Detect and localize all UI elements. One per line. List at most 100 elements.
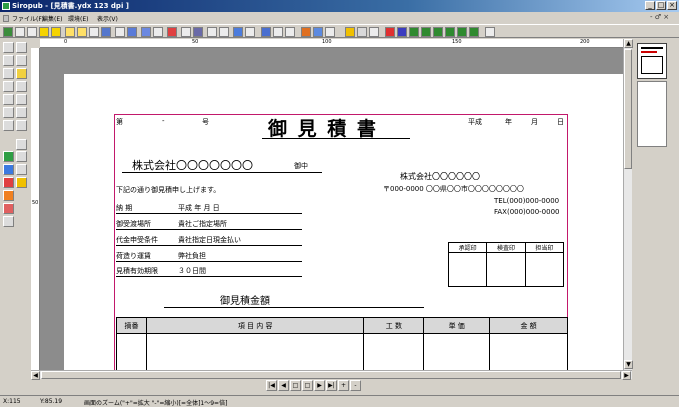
field-icon[interactable] xyxy=(16,120,27,131)
mdi-controls[interactable]: - ♂ × xyxy=(650,13,669,21)
align-icon[interactable] xyxy=(457,27,467,37)
text-tool-icon[interactable] xyxy=(167,27,177,37)
document-title[interactable]: 御 見 積 書 xyxy=(268,114,378,141)
monitor-icon[interactable] xyxy=(233,27,243,37)
fill-color-icon[interactable] xyxy=(3,190,14,201)
stamp-cell[interactable] xyxy=(486,252,526,287)
line-icon[interactable] xyxy=(16,55,27,66)
scroll-right-icon[interactable]: ▶ xyxy=(622,371,631,380)
add-page-icon[interactable]: + xyxy=(338,380,349,391)
field-value-validity[interactable]: ３０日間 xyxy=(178,266,206,276)
stamp-cell[interactable] xyxy=(447,252,488,287)
table-icon[interactable] xyxy=(127,27,137,37)
scroll-up-icon[interactable]: ▲ xyxy=(624,39,633,48)
page-thumbnail[interactable] xyxy=(637,43,667,79)
horizontal-scrollbar[interactable]: ◀ ▶ xyxy=(31,370,632,380)
polyline-icon[interactable] xyxy=(3,81,14,92)
send-back-icon[interactable] xyxy=(421,27,431,37)
table-tool-icon[interactable] xyxy=(3,107,14,118)
scroll-down-icon[interactable]: ▼ xyxy=(624,360,633,369)
curve-icon[interactable] xyxy=(16,81,27,92)
arrow-tool-icon[interactable] xyxy=(3,42,14,53)
text-frame-icon[interactable] xyxy=(3,55,14,66)
barcode-icon[interactable] xyxy=(16,107,27,118)
field-value-place[interactable]: 貴社ご指定場所 xyxy=(178,219,227,229)
sender-company[interactable]: 株式会社〇〇〇〇〇〇 xyxy=(400,171,480,182)
layout-icon[interactable] xyxy=(141,27,151,37)
marker-icon[interactable] xyxy=(385,27,395,37)
ungroup-icon[interactable] xyxy=(445,27,455,37)
items-table[interactable]: 摘番 項 目 内 容 工 数 単 価 金 額 xyxy=(116,317,568,370)
arc-icon[interactable] xyxy=(16,94,27,105)
color-tool-icon[interactable] xyxy=(3,177,14,188)
columns-icon[interactable] xyxy=(153,27,163,37)
image-icon[interactable] xyxy=(207,27,217,37)
doc-icon[interactable] xyxy=(3,15,9,22)
page-thumbnail-2[interactable] xyxy=(637,81,667,147)
page-icon[interactable]: □ xyxy=(302,380,313,391)
fill-tool-icon[interactable] xyxy=(101,27,111,37)
scroll-left-icon[interactable]: ◀ xyxy=(31,371,40,380)
sender-tel[interactable]: TEL(000)000-0000 xyxy=(494,197,559,205)
field-value-shipping[interactable]: 弊社負担 xyxy=(178,251,206,261)
vertical-scrollbar[interactable]: ▲ ▼ xyxy=(623,39,633,370)
pointer-tool-icon[interactable] xyxy=(16,42,27,53)
sender-fax[interactable]: FAX(000)000-0000 xyxy=(494,208,560,216)
brush-icon[interactable] xyxy=(16,68,27,79)
page-icon[interactable]: □ xyxy=(290,380,301,391)
rounded-rect-icon[interactable] xyxy=(89,27,99,37)
recipient-company[interactable]: 株式会社〇〇〇〇〇〇〇 xyxy=(132,157,253,173)
canvas[interactable]: 第 - 号 御 見 積 書 平成 年 月 日 株式会社〇〇〇〇〇〇〇 御中 株式… xyxy=(40,48,623,370)
delete-page-icon[interactable]: - xyxy=(350,380,361,391)
last-page-icon[interactable]: ▶| xyxy=(326,380,337,391)
circle-tool-icon[interactable] xyxy=(65,27,75,37)
chart-tool-icon[interactable] xyxy=(3,164,14,175)
image-tool-icon[interactable] xyxy=(3,151,14,162)
intro-text[interactable]: 下記の通り御見積申し上げます。 xyxy=(116,185,220,195)
frame-tool-icon[interactable] xyxy=(16,151,27,162)
page-icon[interactable] xyxy=(261,27,271,37)
table-cell[interactable] xyxy=(423,333,491,370)
help-icon[interactable] xyxy=(485,27,495,37)
table-cell[interactable] xyxy=(489,333,568,370)
oval-icon[interactable] xyxy=(3,94,14,105)
hand-icon[interactable] xyxy=(16,177,27,188)
menu-environment[interactable]: 環境(E) xyxy=(68,14,88,23)
zoom-icon[interactable] xyxy=(16,164,27,175)
paper[interactable]: 第 - 号 御 見 積 書 平成 年 月 日 株式会社〇〇〇〇〇〇〇 御中 株式… xyxy=(64,74,623,370)
prev-page-icon[interactable]: ◀ xyxy=(278,380,289,391)
sender-address[interactable]: 〒000-0000 〇〇県〇〇市〇〇〇〇〇〇〇〇 xyxy=(383,184,524,194)
page-tool-icon[interactable] xyxy=(16,139,27,150)
maximize-button[interactable]: □ xyxy=(656,1,666,10)
chart-icon[interactable] xyxy=(193,27,203,37)
first-page-icon[interactable]: |◀ xyxy=(266,380,277,391)
font-icon[interactable] xyxy=(181,27,191,37)
ellipse-tool-icon[interactable] xyxy=(77,27,87,37)
save-icon[interactable] xyxy=(285,27,295,37)
star-tool-icon[interactable] xyxy=(51,27,61,37)
app-icon[interactable] xyxy=(2,2,10,10)
paste-icon[interactable] xyxy=(369,27,379,37)
bring-front-icon[interactable] xyxy=(409,27,419,37)
globe-icon[interactable] xyxy=(397,27,407,37)
window-icon[interactable] xyxy=(245,27,255,37)
next-page-icon[interactable]: ▶ xyxy=(314,380,325,391)
menu-view[interactable]: 表示(V) xyxy=(97,14,118,23)
horizontal-scroll-thumb[interactable] xyxy=(41,371,621,379)
stamp-icon[interactable] xyxy=(3,120,14,131)
field-value-payment[interactable]: 貴社指定日現金払い xyxy=(178,235,241,245)
grid-icon[interactable] xyxy=(115,27,125,37)
select-tool-icon[interactable] xyxy=(3,27,13,37)
close-button[interactable]: × xyxy=(667,1,677,10)
distribute-icon[interactable] xyxy=(469,27,479,37)
menu-edit[interactable]: 編集(E) xyxy=(42,14,62,23)
palette-icon[interactable] xyxy=(313,27,323,37)
copy-icon[interactable] xyxy=(357,27,367,37)
eraser-icon[interactable] xyxy=(3,216,14,227)
stamp-cell[interactable] xyxy=(524,252,565,287)
rect-tool-icon[interactable] xyxy=(39,27,49,37)
table-row[interactable] xyxy=(116,333,568,370)
layers-icon[interactable] xyxy=(325,27,335,37)
bars-icon[interactable] xyxy=(219,27,229,37)
vertical-scroll-thumb[interactable] xyxy=(624,49,632,169)
